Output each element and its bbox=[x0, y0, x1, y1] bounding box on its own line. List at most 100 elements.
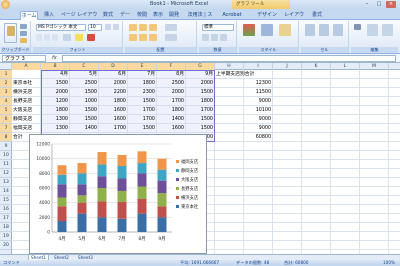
currency-icon[interactable] bbox=[202, 34, 209, 41]
formula-input[interactable] bbox=[62, 55, 396, 62]
branch-name-cell[interactable]: 長野支店 bbox=[13, 97, 40, 106]
row-header[interactable]: 4 bbox=[0, 97, 12, 106]
branch-total-cell[interactable]: 9000 bbox=[244, 97, 271, 106]
value-cell[interactable]: 1600 bbox=[157, 124, 184, 133]
tab-review[interactable]: 校閲 bbox=[136, 11, 148, 20]
row-header[interactable]: 1 bbox=[0, 70, 12, 79]
row-header[interactable]: 11 bbox=[0, 160, 12, 169]
paste-button[interactable] bbox=[4, 23, 17, 43]
tab-addin[interactable]: 法用法 | ス bbox=[184, 11, 216, 20]
align-left-icon[interactable] bbox=[129, 34, 137, 41]
value-cell[interactable]: 1500 bbox=[70, 115, 97, 124]
maximize-button[interactable]: □ bbox=[374, 1, 384, 8]
row-header[interactable]: 2 bbox=[0, 79, 12, 88]
row-header[interactable]: 6 bbox=[0, 115, 12, 124]
font-name-select[interactable]: MS Pゴシック 本文 bbox=[36, 24, 86, 31]
row-header[interactable]: 3 bbox=[0, 88, 12, 97]
value-cell[interactable]: 1500 bbox=[186, 88, 213, 97]
format-painter-icon[interactable] bbox=[20, 38, 27, 43]
branch-name-cell[interactable]: 福岡支店 bbox=[13, 124, 40, 133]
month-header-cell[interactable]: 6月 bbox=[99, 70, 126, 79]
fill-color-icon[interactable] bbox=[75, 34, 83, 41]
value-cell[interactable]: 2300 bbox=[128, 88, 155, 97]
value-cell[interactable]: 1400 bbox=[157, 115, 184, 124]
row-header[interactable]: 12 bbox=[0, 169, 12, 178]
minimize-button[interactable]: – bbox=[362, 1, 372, 8]
column-header[interactable]: A bbox=[12, 63, 41, 70]
value-cell[interactable]: 2500 bbox=[70, 79, 97, 88]
total-header-cell[interactable]: 上半期支店別合計 bbox=[216, 70, 254, 79]
value-cell[interactable]: 1500 bbox=[128, 97, 155, 106]
cell-style-icon[interactable] bbox=[279, 24, 291, 36]
merge-center-icon[interactable] bbox=[165, 34, 177, 41]
branch-name-cell[interactable]: 横浜支店 bbox=[13, 88, 40, 97]
value-cell[interactable]: 1600 bbox=[99, 115, 126, 124]
tab-data[interactable]: データ bbox=[118, 11, 132, 27]
name-box[interactable]: グラフ 3 bbox=[2, 55, 46, 62]
border-icon[interactable] bbox=[63, 34, 71, 41]
value-cell[interactable]: 1300 bbox=[41, 124, 68, 133]
row-header[interactable]: 17 bbox=[0, 214, 12, 223]
branch-total-cell[interactable]: 11500 bbox=[244, 88, 271, 97]
tab-developer[interactable]: 開発 bbox=[168, 11, 180, 20]
value-cell[interactable]: 1500 bbox=[128, 124, 155, 133]
value-cell[interactable]: 2500 bbox=[157, 79, 184, 88]
value-cell[interactable]: 1600 bbox=[99, 106, 126, 115]
value-cell[interactable]: 2200 bbox=[99, 88, 126, 97]
column-header[interactable]: M bbox=[360, 63, 389, 70]
align-top-icon[interactable] bbox=[129, 24, 137, 31]
column-header[interactable]: D bbox=[99, 63, 128, 70]
align-bottom-icon[interactable] bbox=[149, 24, 157, 31]
row-header[interactable]: 15 bbox=[0, 196, 12, 205]
row-header[interactable]: 14 bbox=[0, 187, 12, 196]
row-header[interactable]: 5 bbox=[0, 106, 12, 115]
align-right-icon[interactable] bbox=[149, 34, 157, 41]
table-format-icon[interactable] bbox=[261, 24, 273, 36]
tab-view[interactable]: 表示 bbox=[152, 11, 164, 20]
value-cell[interactable]: 1800 bbox=[128, 79, 155, 88]
column-header[interactable]: H bbox=[215, 63, 244, 70]
branch-name-cell[interactable]: 大阪支店 bbox=[13, 106, 40, 115]
value-cell[interactable]: 1700 bbox=[128, 115, 155, 124]
row-header[interactable]: 19 bbox=[0, 232, 12, 241]
value-cell[interactable]: 1700 bbox=[99, 124, 126, 133]
office-button[interactable] bbox=[1, 0, 10, 9]
fx-icon[interactable]: fx bbox=[52, 55, 57, 61]
shrink-font-icon[interactable] bbox=[113, 24, 119, 30]
column-header[interactable]: G bbox=[186, 63, 215, 70]
grow-font-icon[interactable] bbox=[105, 24, 111, 30]
value-cell[interactable]: 1500 bbox=[41, 79, 68, 88]
row-header[interactable]: 7 bbox=[0, 124, 12, 133]
grand-total-cell[interactable]: 60800 bbox=[244, 133, 271, 142]
sort-filter-icon[interactable] bbox=[367, 24, 378, 36]
value-cell[interactable]: 1500 bbox=[186, 124, 213, 133]
column-header[interactable]: F bbox=[157, 63, 186, 70]
row-header[interactable]: 9 bbox=[0, 142, 12, 151]
comma-icon[interactable] bbox=[220, 34, 227, 41]
row-header[interactable]: 13 bbox=[0, 178, 12, 187]
value-cell[interactable]: 1500 bbox=[70, 106, 97, 115]
column-header[interactable]: I bbox=[244, 63, 273, 70]
branch-total-cell[interactable]: 12300 bbox=[244, 79, 271, 88]
month-header-cell[interactable]: 8月 bbox=[157, 70, 184, 79]
month-header-cell[interactable]: 4月 bbox=[41, 70, 68, 79]
value-cell[interactable]: 1200 bbox=[41, 97, 68, 106]
percent-icon[interactable] bbox=[211, 34, 218, 41]
tab-insert[interactable]: 挿入 bbox=[42, 11, 56, 20]
branch-name-cell[interactable]: 静岡支店 bbox=[13, 115, 40, 124]
row-header[interactable]: 10 bbox=[0, 151, 12, 160]
font-size-select[interactable]: 10 bbox=[88, 24, 102, 31]
value-cell[interactable]: 1800 bbox=[99, 97, 126, 106]
tab-formulas[interactable]: 数式 bbox=[102, 11, 114, 20]
value-cell[interactable]: 2000 bbox=[41, 88, 68, 97]
month-header-cell[interactable]: 9月 bbox=[186, 70, 213, 79]
value-cell[interactable]: 1800 bbox=[157, 106, 184, 115]
italic-icon[interactable] bbox=[44, 34, 50, 41]
value-cell[interactable]: 1300 bbox=[41, 115, 68, 124]
stacked-column-chart[interactable]: 0 2000 4000 6000 8000 10000 12000 4月 5月 6月 7月 8月 9月 福… bbox=[29, 134, 207, 254]
zoom-level[interactable]: 100% bbox=[383, 260, 395, 266]
row-header[interactable]: 16 bbox=[0, 205, 12, 214]
branch-total-cell[interactable]: 9000 bbox=[244, 124, 271, 133]
find-select-icon[interactable] bbox=[382, 24, 393, 36]
value-cell[interactable]: 1700 bbox=[186, 106, 213, 115]
